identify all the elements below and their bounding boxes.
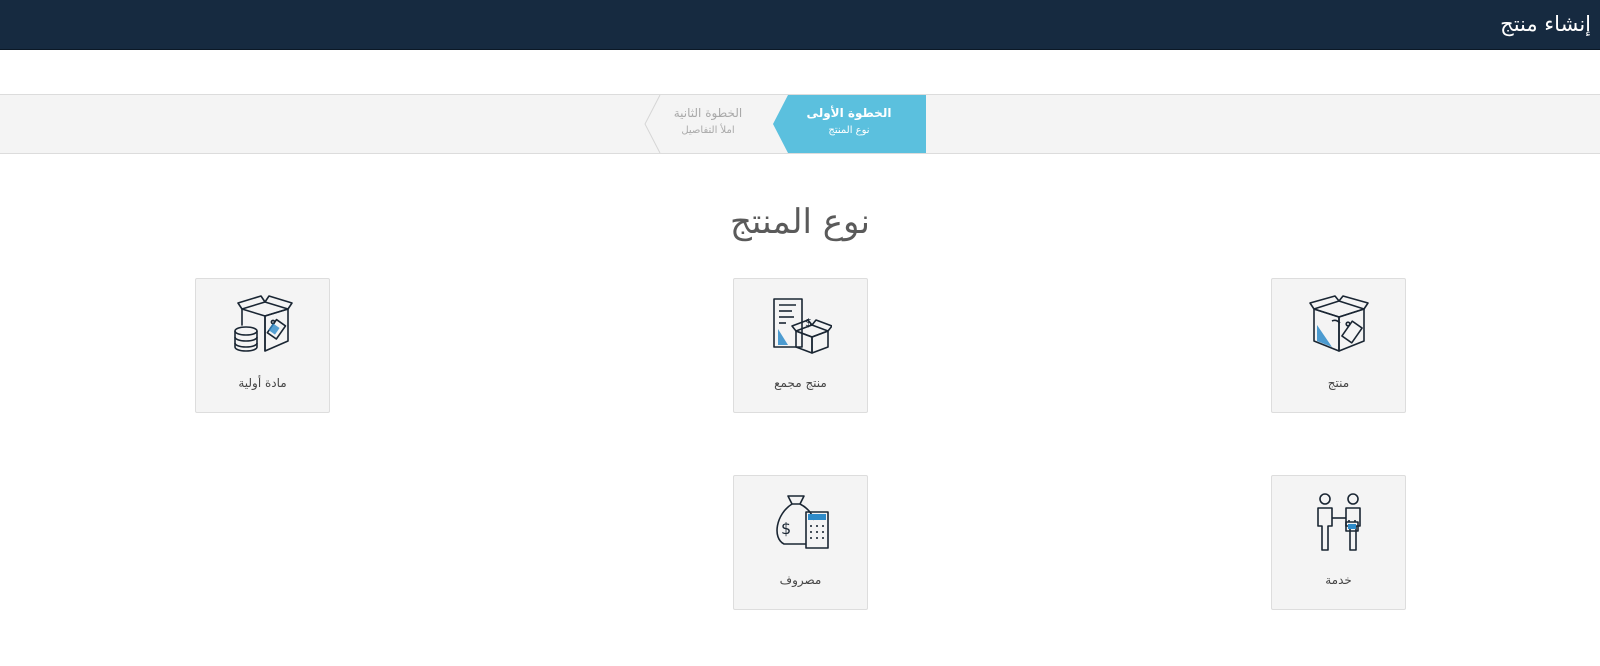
card-label: مصروف bbox=[779, 573, 822, 587]
step-2-title: الخطوة الثانية bbox=[673, 106, 743, 120]
product-type-card-assembled[interactable]: $ منتج مجمع bbox=[733, 278, 868, 413]
svg-text:$: $ bbox=[805, 316, 812, 329]
product-type-card-product[interactable]: منتج bbox=[1271, 278, 1406, 413]
section-title: نوع المنتج bbox=[729, 202, 871, 242]
wizard-steps: الخطوة الأولى نوع المنتج الخطوة الثانية … bbox=[0, 94, 1600, 154]
step-1-subtitle: نوع المنتج bbox=[828, 125, 870, 136]
product-type-card-service[interactable]: خدمة bbox=[1271, 475, 1406, 610]
money-bag-calculator-icon: $ bbox=[776, 495, 829, 549]
product-type-card-expense[interactable]: $ مصروف bbox=[733, 475, 868, 610]
card-label: مادة أولية bbox=[238, 376, 287, 390]
box-with-tag-icon bbox=[1309, 295, 1369, 352]
product-type-card-raw-material[interactable]: مادة أولية bbox=[195, 278, 330, 413]
step-1-title: الخطوة الأولى bbox=[806, 106, 892, 120]
box-with-coins-icon bbox=[234, 295, 293, 352]
step-2-arrow bbox=[644, 95, 661, 153]
document-and-box-icon: $ bbox=[773, 298, 832, 354]
wizard-step-1[interactable]: الخطوة الأولى نوع المنتج bbox=[790, 105, 908, 138]
app-header: إنشاء منتج bbox=[0, 0, 1600, 50]
card-label: خدمة bbox=[1325, 573, 1352, 587]
page-title: إنشاء منتج bbox=[1500, 12, 1591, 36]
svg-text:$: $ bbox=[781, 519, 791, 538]
step-2-subtitle: املأ التفاصيل bbox=[681, 125, 735, 136]
card-label: منتج مجمع bbox=[774, 376, 827, 390]
card-label: منتج bbox=[1327, 376, 1350, 390]
wizard-step-2[interactable]: الخطوة الثانية املأ التفاصيل bbox=[660, 105, 756, 138]
handshake-people-icon bbox=[1317, 493, 1361, 551]
